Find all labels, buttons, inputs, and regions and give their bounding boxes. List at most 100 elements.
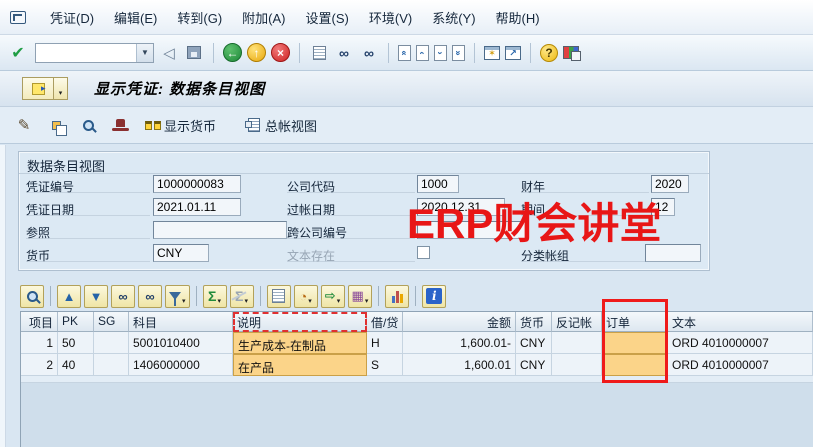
object-services-icon[interactable] (22, 77, 54, 100)
change-layout-icon[interactable]: ▦▾ (348, 285, 373, 308)
page-title: 显示凭证: 数据条目视图 (94, 78, 265, 99)
find-next-in-list-icon[interactable]: ∞ (138, 285, 162, 308)
select-document-icon[interactable] (78, 115, 98, 135)
window-left-border (0, 145, 6, 447)
menu-bar: 凭证(D) 编辑(E) 转到(G) 附加(A) 设置(S) 环境(V) 系统(Y… (0, 0, 813, 35)
display-currency-button[interactable]: 显示货币 (142, 114, 219, 137)
doc-number-field[interactable]: 1000000083 (153, 175, 241, 193)
menu-goto[interactable]: 转到(G) (167, 5, 232, 30)
alv-separator (378, 286, 379, 306)
hide-command-field-icon[interactable]: ◁ (159, 43, 179, 63)
system-menu-icon[interactable] (10, 11, 26, 24)
print-icon[interactable] (309, 43, 329, 63)
col-header-account[interactable]: 科目 (129, 312, 233, 332)
menu-system[interactable]: 系统(Y) (422, 5, 485, 30)
save-icon[interactable] (184, 43, 204, 63)
find-icon[interactable]: ∞ (334, 43, 354, 63)
views-icon[interactable]: ◔▾ (294, 285, 318, 308)
table-row[interactable]: 2 40 1406000000 在产品 S 1,600.01 CNY ORD 4… (21, 354, 813, 376)
cell-debit-credit[interactable]: S (367, 354, 403, 376)
menu-extras[interactable]: 附加(A) (232, 5, 295, 30)
col-header-sg[interactable]: SG (94, 312, 129, 332)
back-icon[interactable]: ← (223, 43, 242, 62)
menu-document[interactable]: 凭证(D) (40, 5, 104, 30)
graphic-icon[interactable] (385, 285, 409, 308)
cell-currency[interactable]: CNY (516, 332, 552, 354)
command-dropdown-icon[interactable]: ▼ (136, 44, 153, 62)
cancel-icon[interactable]: × (271, 43, 290, 62)
cell-order[interactable] (602, 354, 668, 376)
print-list-icon[interactable] (267, 285, 291, 308)
alv-grid-toolbar: ▲ ▼ ∞ ∞ ▾ Σ▾ Σ▾ ◔▾ ⇨▾ ▦▾ i (20, 283, 446, 309)
col-header-description[interactable]: 说明 (233, 312, 367, 332)
total-icon[interactable]: Σ▾ (203, 285, 227, 308)
cell-account[interactable]: 1406000000 (129, 354, 233, 376)
cell-negative-posting[interactable] (552, 354, 602, 376)
col-header-currency[interactable]: 货币 (516, 312, 552, 332)
col-header-pk[interactable]: PK (58, 312, 94, 332)
display-change-icon[interactable]: ✎ (14, 115, 34, 135)
cell-currency[interactable]: CNY (516, 354, 552, 376)
next-page-icon[interactable]: › (434, 45, 447, 61)
find-next-icon[interactable]: ∞ (359, 43, 379, 63)
col-header-item[interactable]: 项目 (21, 312, 58, 332)
export-icon[interactable]: ⇨▾ (321, 285, 345, 308)
info-icon[interactable]: i (422, 285, 446, 308)
cell-item[interactable]: 2 (21, 354, 58, 376)
cell-text[interactable]: ORD 4010000007 (668, 354, 813, 376)
col-header-amount[interactable]: 金额 (403, 312, 516, 332)
display-currency-label: 显示货币 (164, 116, 216, 135)
cell-sg[interactable] (94, 354, 129, 376)
toolbar-separator (530, 43, 531, 63)
cell-order[interactable] (602, 332, 668, 354)
sort-ascending-icon[interactable]: ▲ (57, 285, 81, 308)
menu-settings[interactable]: 设置(S) (296, 5, 359, 30)
currency-icon (145, 121, 161, 130)
col-header-text[interactable]: 文本 (668, 312, 813, 332)
first-page-icon[interactable]: « (398, 45, 411, 61)
menu-edit[interactable]: 编辑(E) (104, 5, 167, 30)
cell-pk[interactable]: 40 (58, 354, 94, 376)
object-services-button[interactable]: ▾ (22, 77, 68, 100)
cell-debit-credit[interactable]: H (367, 332, 403, 354)
cell-description[interactable]: 生产成本-在制品 (233, 332, 367, 354)
cell-negative-posting[interactable] (552, 332, 602, 354)
details-icon[interactable] (20, 285, 44, 308)
command-field[interactable] (36, 44, 136, 62)
cell-description[interactable]: 在产品 (233, 354, 367, 376)
previous-page-icon[interactable]: ‹ (416, 45, 429, 61)
col-header-order[interactable]: 订单 (602, 312, 668, 332)
alv-separator (260, 286, 261, 306)
cell-sg[interactable] (94, 332, 129, 354)
help-icon[interactable]: ? (540, 44, 558, 62)
document-header-icon[interactable] (110, 115, 130, 135)
set-filter-icon[interactable]: ▾ (165, 285, 190, 308)
other-document-icon[interactable] (46, 115, 66, 135)
cell-amount[interactable]: 1,600.01- (403, 332, 516, 354)
menu-environment[interactable]: 环境(V) (359, 5, 422, 30)
cell-item[interactable]: 1 (21, 332, 58, 354)
col-header-debit-credit[interactable]: 借/贷 (367, 312, 403, 332)
table-row[interactable]: 1 50 5001010400 生产成本-在制品 H 1,600.01- CNY… (21, 332, 813, 354)
cell-pk[interactable]: 50 (58, 332, 94, 354)
currency-field[interactable]: CNY (153, 244, 209, 262)
object-services-dropdown-icon[interactable]: ▾ (54, 77, 68, 100)
general-ledger-view-button[interactable]: 总帐视图 (245, 114, 320, 137)
toolbar-separator (213, 43, 214, 63)
reference-field[interactable] (153, 221, 287, 239)
menu-help[interactable]: 帮助(H) (486, 5, 550, 30)
new-session-icon[interactable]: ✶ (484, 46, 500, 60)
cell-text[interactable]: ORD 4010000007 (668, 332, 813, 354)
doc-date-field[interactable]: 2021.01.11 (153, 198, 241, 216)
enter-icon[interactable]: ✔ (8, 43, 28, 63)
cell-account[interactable]: 5001010400 (129, 332, 233, 354)
create-shortcut-icon[interactable]: ↗ (505, 46, 521, 60)
cell-amount[interactable]: 1,600.01 (403, 354, 516, 376)
subtotal-icon[interactable]: Σ▾ (230, 285, 254, 308)
customize-layout-icon[interactable] (563, 46, 579, 59)
sort-descending-icon[interactable]: ▼ (84, 285, 108, 308)
exit-icon[interactable]: ↑ (247, 43, 266, 62)
find-in-list-icon[interactable]: ∞ (111, 285, 135, 308)
last-page-icon[interactable]: » (452, 45, 465, 61)
col-header-negative-posting[interactable]: 反记帐 (552, 312, 602, 332)
